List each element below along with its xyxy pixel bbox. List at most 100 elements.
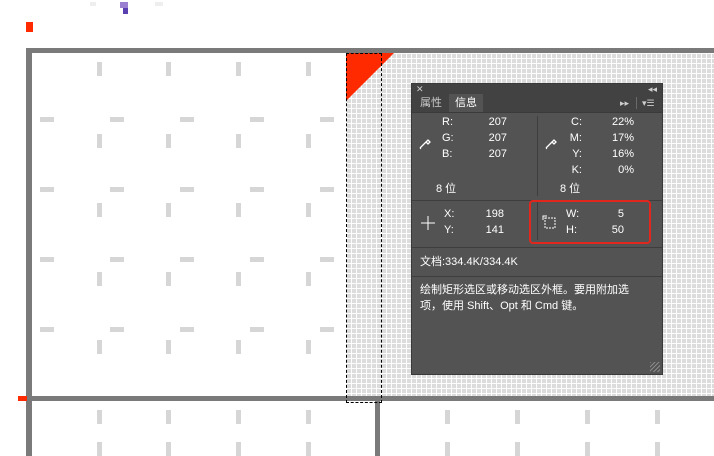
canvas-dash [97,203,102,217]
canvas-dash [306,410,311,424]
cmyk-c-value: 22% [611,116,634,128]
panel-tabbar: 属性 信息 ▸▸ ▾☰ [412,94,662,113]
size-w-value: 5 [617,208,624,220]
canvas-dash [236,410,241,424]
panel-divider-2 [412,247,662,248]
canvas-dash [250,257,264,262]
canvas-dash [97,410,102,424]
size-h-value: 50 [611,224,624,236]
canvas-top-speckle-gray2 [155,2,163,6]
canvas-dash [166,410,171,424]
canvas-dash [236,340,241,354]
cmyk-y-label: Y: [572,148,582,160]
panel-divider-3 [412,276,662,277]
cmyk-bit-depth: 8 位 [560,183,581,195]
tool-tip-line-1: 绘制矩形选区或移动选区外框。要用附加选 [420,284,629,296]
rgb-bit-depth: 8 位 [436,183,457,195]
canvas-dash [655,410,660,424]
canvas-dash [445,442,450,456]
panel-titlebar[interactable]: ✕ ◂◂ [412,84,662,94]
canvas-dash [320,327,334,332]
canvas-top-speckle-blue [123,8,128,14]
canvas-dash [180,327,194,332]
collapse-icon[interactable]: ◂◂ [648,84,657,94]
canvas-dash [166,340,171,354]
canvas-dash [236,134,241,148]
canvas-dash [97,340,102,354]
canvas-dash [97,134,102,148]
size-w-label: W: [566,208,580,220]
tab-properties[interactable]: 属性 [414,94,448,112]
canvas-red-marker-left [18,396,27,401]
canvas-dash [180,187,194,192]
canvas-dash [40,117,54,122]
rgb-r-label: R: [442,116,453,128]
canvas-dash [320,117,334,122]
document-size-info: 文档:334.4K/334.4K [420,256,518,268]
selection-size-icon [542,215,556,229]
size-h-label: H: [566,224,577,236]
cmyk-y-value: 16% [611,148,634,160]
cmyk-k-label: K: [571,164,582,176]
canvas-dash [655,442,660,456]
canvas-dash [585,442,590,456]
canvas-dash [515,442,520,456]
tab-info[interactable]: 信息 [449,94,483,112]
eyedropper-icon [419,139,431,150]
canvas-dash [306,442,311,456]
canvas-dash [180,257,194,262]
close-icon[interactable]: ✕ [416,84,424,94]
canvas-dash [320,257,334,262]
canvas-dash [166,442,171,456]
canvas-dash [166,62,171,76]
rgb-b-label: B: [442,148,453,160]
selection-marquee [346,53,382,403]
canvas-dash [110,327,124,332]
canvas-red-marker-top [26,22,33,32]
rgb-b-value: 207 [488,148,507,160]
rgb-r-value: 207 [488,116,507,128]
canvas-dash [236,272,241,286]
canvas-border-lower-vertical [375,401,380,456]
canvas-dash [236,203,241,217]
canvas-dash [250,187,264,192]
crosshair-icon [421,216,435,230]
canvas-dash [585,410,590,424]
canvas-dash [250,327,264,332]
cmyk-m-value: 17% [611,132,634,144]
position-x-label: X: [444,208,455,220]
canvas-dash [97,442,102,456]
canvas-dash [110,117,124,122]
panel-menu-icon[interactable]: ▾☰ [642,98,655,108]
canvas-dash [306,340,311,354]
position-y-label: Y: [444,224,454,236]
canvas-dash [236,442,241,456]
canvas-dash [166,272,171,286]
canvas-dash [110,257,124,262]
panel-menu-divider [636,97,637,109]
canvas-dash [97,272,102,286]
canvas-dash [306,272,311,286]
eyedropper-icon [545,139,557,150]
canvas-dash [166,203,171,217]
expand-icon[interactable]: ▸▸ [620,98,629,108]
canvas-dash [306,134,311,148]
cmyk-c-label: C: [571,116,582,128]
rgb-g-value: 207 [488,132,507,144]
canvas-top-speckle-gray [90,2,96,6]
rgb-g-label: G: [442,132,454,144]
cmyk-m-label: M: [569,132,582,144]
info-panel: ✕ ◂◂ 属性 信息 ▸▸ ▾☰ R: 207 G: 207 B: 207 8 … [411,83,663,375]
canvas-dash [166,134,171,148]
canvas-dash [306,62,311,76]
resize-grip-icon[interactable] [650,362,660,372]
canvas-dash [250,117,264,122]
position-y-value: 141 [485,224,504,236]
canvas-dash [97,62,102,76]
canvas-dash [306,203,311,217]
canvas-dash [445,410,450,424]
panel-column-divider [537,116,538,196]
canvas-dash [236,62,241,76]
canvas-dash [40,327,54,332]
canvas-dash [180,117,194,122]
